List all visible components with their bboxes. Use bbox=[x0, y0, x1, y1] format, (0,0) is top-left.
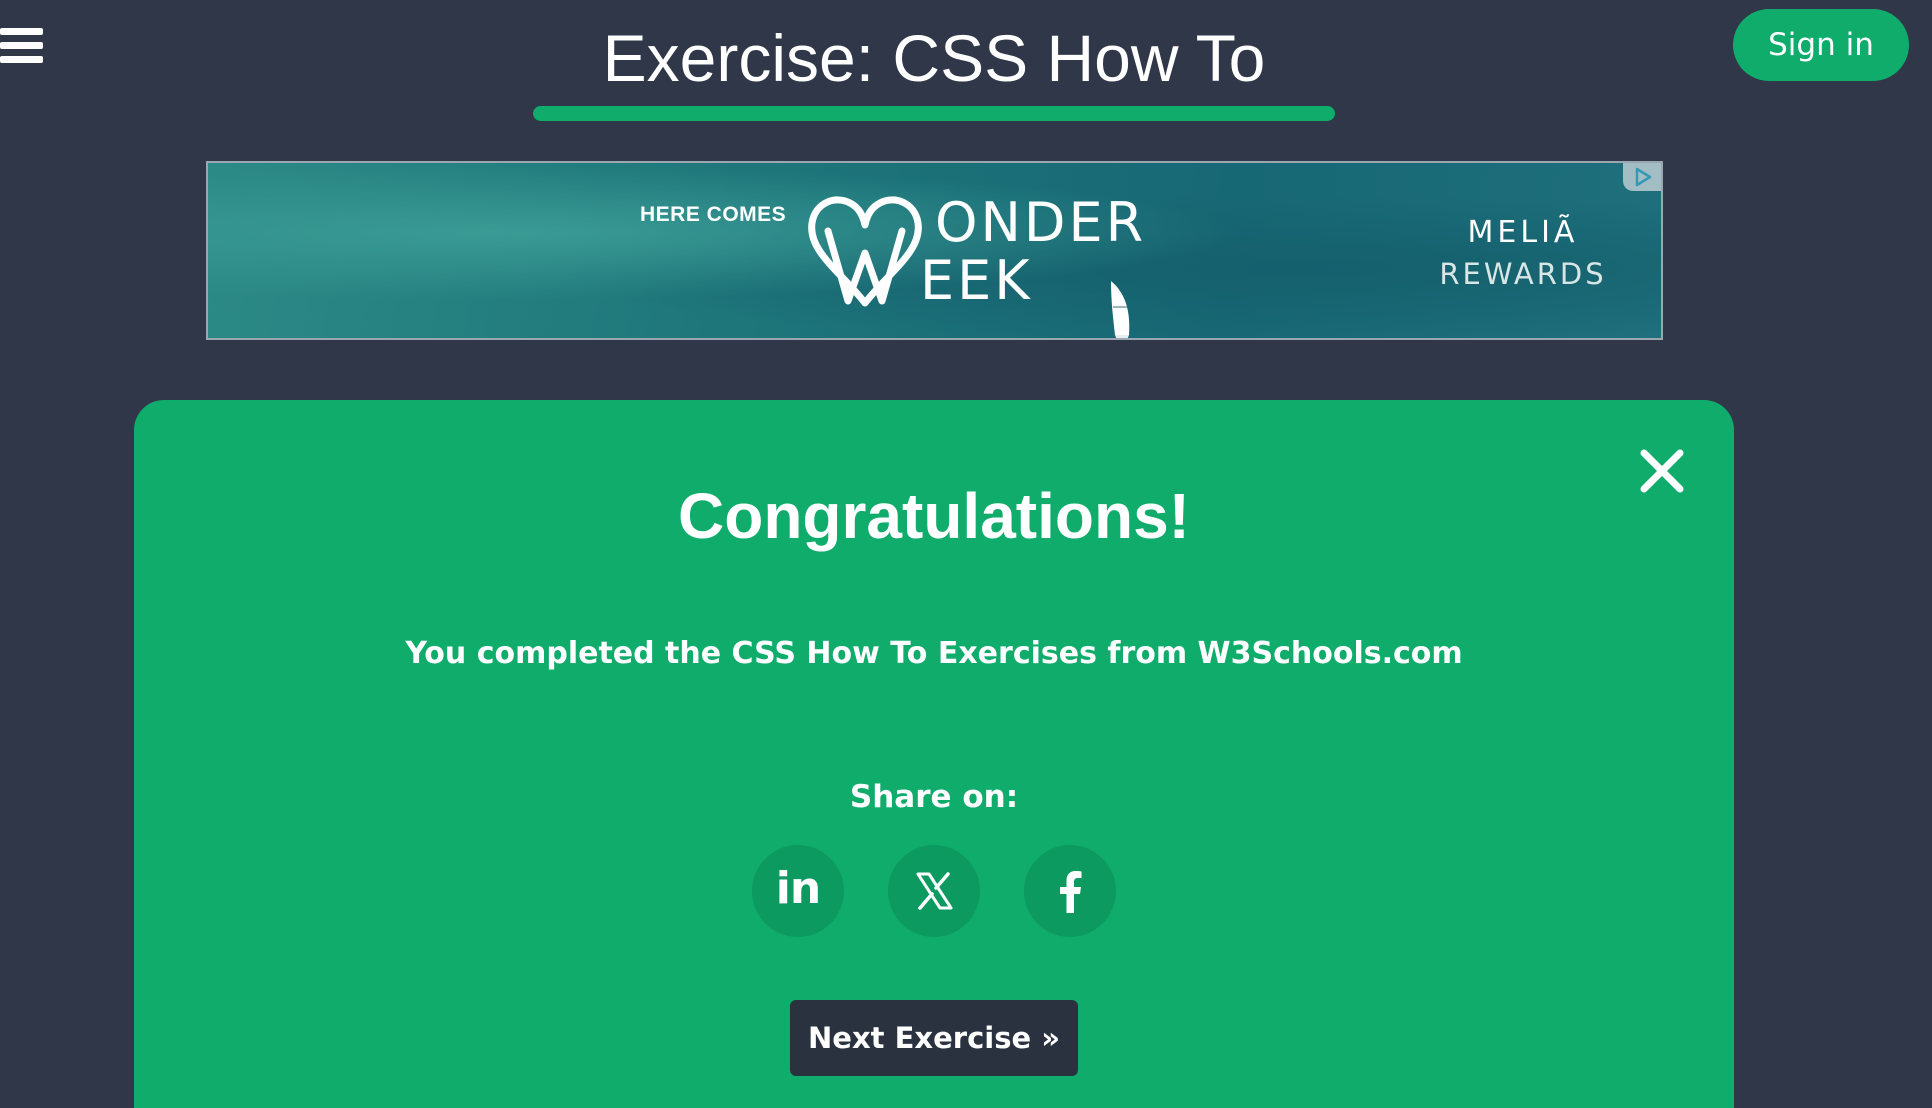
congratulations-modal: Congratulations! You completed the CSS H… bbox=[134, 400, 1734, 1108]
linkedin-icon: in bbox=[775, 863, 821, 914]
ad-logo-line2: EEK bbox=[920, 249, 1033, 312]
sign-in-button[interactable]: Sign in bbox=[1733, 9, 1909, 81]
modal-heading: Congratulations! bbox=[678, 480, 1190, 552]
completion-message: You completed the CSS How To Exercises f… bbox=[405, 636, 1463, 671]
exercise-progress-bar bbox=[533, 106, 1335, 121]
ad-brand-line1: MELIÃ bbox=[1467, 215, 1579, 250]
next-exercise-button[interactable]: Next Exercise » bbox=[790, 1000, 1078, 1076]
share-buttons: in bbox=[134, 845, 1734, 937]
share-x-button[interactable] bbox=[888, 845, 980, 937]
ad-banner[interactable]: HERE COMES ONDER EEK MELIÃ REWARDS bbox=[206, 161, 1663, 340]
ad-choices-icon[interactable] bbox=[1623, 163, 1661, 191]
share-label: Share on: bbox=[849, 779, 1019, 815]
share-linkedin-button[interactable]: in bbox=[752, 845, 844, 937]
exercise-progress-fill bbox=[533, 106, 1335, 121]
page-title: Exercise: CSS How To bbox=[602, 21, 1266, 95]
ad-tagline: HERE COMES bbox=[640, 203, 787, 226]
ad-logo-line1: ONDER bbox=[935, 191, 1147, 254]
share-facebook-button[interactable] bbox=[1024, 845, 1116, 937]
wonder-week-logo-icon bbox=[808, 196, 922, 307]
sailboat-icon bbox=[1111, 281, 1130, 338]
play-triangle-icon bbox=[1635, 167, 1652, 187]
ad-brand-line2: REWARDS bbox=[1439, 257, 1607, 291]
facebook-icon bbox=[1060, 871, 1082, 913]
page: Exercise: CSS How To Sign in HERE COMES … bbox=[0, 0, 1932, 1108]
x-logo-icon bbox=[916, 872, 953, 910]
